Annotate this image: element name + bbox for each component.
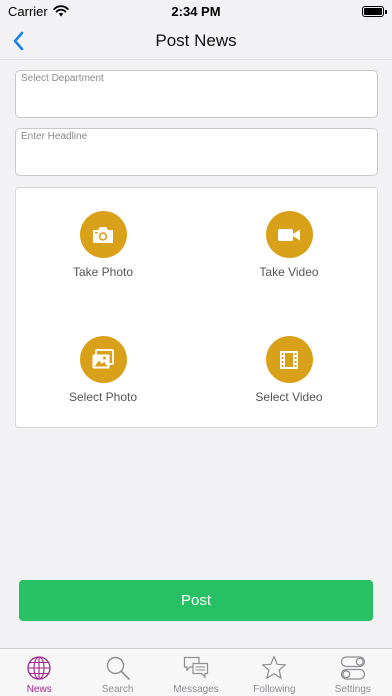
tab-following-label: Following — [253, 684, 296, 695]
tab-search-label: Search — [101, 684, 134, 695]
toggles-icon — [340, 656, 365, 680]
tab-following[interactable]: Following — [235, 649, 313, 696]
headline-input[interactable] — [21, 145, 372, 169]
post-button[interactable]: Post — [19, 580, 373, 621]
star-icon — [262, 655, 287, 679]
camera-icon — [93, 226, 113, 243]
tab-search[interactable]: Search — [78, 649, 156, 696]
take-video-circle[interactable] — [265, 211, 313, 258]
select-video-label: Select Video — [255, 390, 323, 404]
headline-label: Enter Headline — [21, 131, 88, 142]
photo-gallery-icon — [92, 348, 114, 368]
tab-messages-label: Messages — [173, 684, 219, 695]
navigation-bar: Post News — [0, 22, 392, 60]
search-icon — [106, 656, 130, 680]
tab-news[interactable]: News — [0, 649, 78, 696]
department-input[interactable] — [21, 87, 372, 111]
globe-icon — [27, 656, 51, 680]
page-title: Post News — [155, 30, 237, 50]
take-video-button[interactable]: Take Video — [229, 211, 349, 279]
headline-field[interactable]: Enter Headline — [15, 128, 378, 176]
take-photo-label: Take Photo — [72, 265, 134, 279]
department-field[interactable]: Select Department — [15, 70, 378, 118]
select-photo-label: Select Photo — [68, 390, 138, 404]
battery-icon — [362, 5, 387, 17]
chat-bubbles-icon — [183, 656, 209, 679]
select-photo-circle[interactable] — [79, 336, 127, 383]
tab-bar: News Search Messages Following Settings — [0, 648, 392, 696]
tab-messages[interactable]: Messages — [157, 649, 235, 696]
back-button[interactable] — [10, 30, 28, 52]
status-bar: Carrier 2:34 PM — [0, 0, 392, 22]
tab-settings-label: Settings — [334, 684, 371, 695]
tab-news-label: News — [26, 684, 52, 695]
select-photo-button[interactable]: Select Photo — [43, 336, 163, 404]
status-time: 2:34 PM — [171, 3, 221, 19]
take-photo-button[interactable]: Take Photo — [43, 211, 163, 279]
take-photo-circle[interactable] — [79, 211, 127, 258]
media-panel: Take Photo Take Video Select Photo Selec… — [15, 187, 378, 428]
film-strip-icon — [280, 350, 298, 369]
department-label: Select Department — [21, 73, 104, 84]
take-video-label: Take Video — [259, 265, 319, 279]
video-camera-icon — [278, 228, 300, 241]
select-video-button[interactable]: Select Video — [229, 336, 349, 404]
tab-settings[interactable]: Settings — [314, 649, 392, 696]
select-video-circle[interactable] — [265, 336, 313, 383]
